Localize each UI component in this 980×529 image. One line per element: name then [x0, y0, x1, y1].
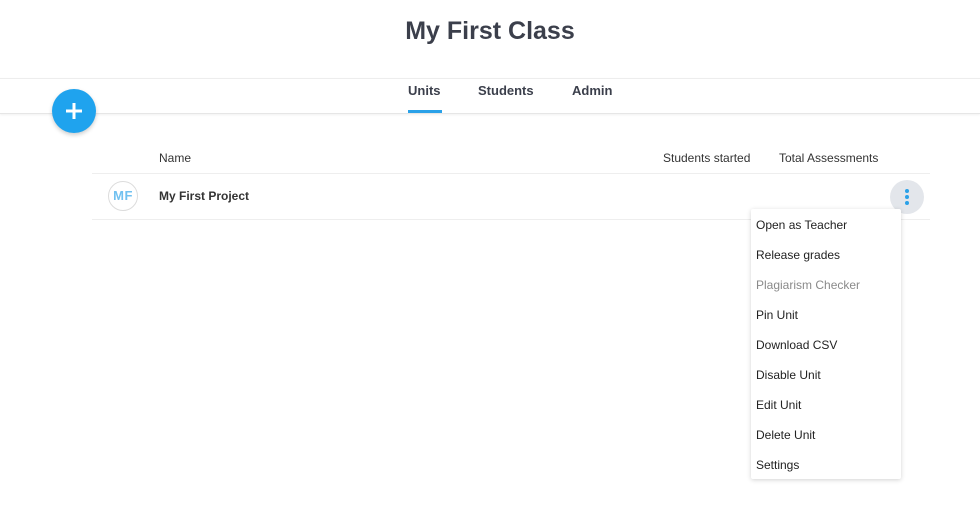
tab-admin[interactable]: Admin [572, 83, 616, 113]
tab-students[interactable]: Students [478, 83, 538, 113]
column-header-total-assessments: Total Assessments [779, 151, 879, 165]
kebab-menu-icon [905, 195, 909, 199]
kebab-menu-icon [905, 201, 909, 205]
menu-item-release-grades[interactable]: Release grades [751, 240, 901, 270]
unit-name-link[interactable]: My First Project [159, 189, 249, 203]
kebab-menu-icon [905, 189, 909, 193]
menu-item-open-as-teacher[interactable]: Open as Teacher [751, 210, 901, 240]
menu-item-download-csv[interactable]: Download CSV [751, 330, 901, 360]
avatar: MF [108, 181, 138, 211]
menu-item-settings[interactable]: Settings [751, 450, 901, 480]
column-header-name: Name [159, 151, 192, 165]
column-header-students-started: Students started [663, 151, 751, 165]
tab-bar: Units Students Admin [0, 78, 980, 114]
table-header: Name Students started Total Assessments [92, 144, 930, 174]
row-options-menu: Open as Teacher Release grades Plagiaris… [751, 209, 901, 479]
tab-units[interactable]: Units [408, 83, 442, 113]
menu-item-pin-unit[interactable]: Pin Unit [751, 300, 901, 330]
page-title: My First Class [405, 17, 575, 45]
menu-item-edit-unit[interactable]: Edit Unit [751, 390, 901, 420]
menu-item-plagiarism-checker: Plagiarism Checker [756, 278, 861, 292]
add-unit-button[interactable] [52, 89, 96, 133]
menu-item-disable-unit[interactable]: Disable Unit [751, 360, 901, 390]
plus-icon [66, 103, 82, 119]
menu-item-delete-unit[interactable]: Delete Unit [751, 420, 901, 450]
